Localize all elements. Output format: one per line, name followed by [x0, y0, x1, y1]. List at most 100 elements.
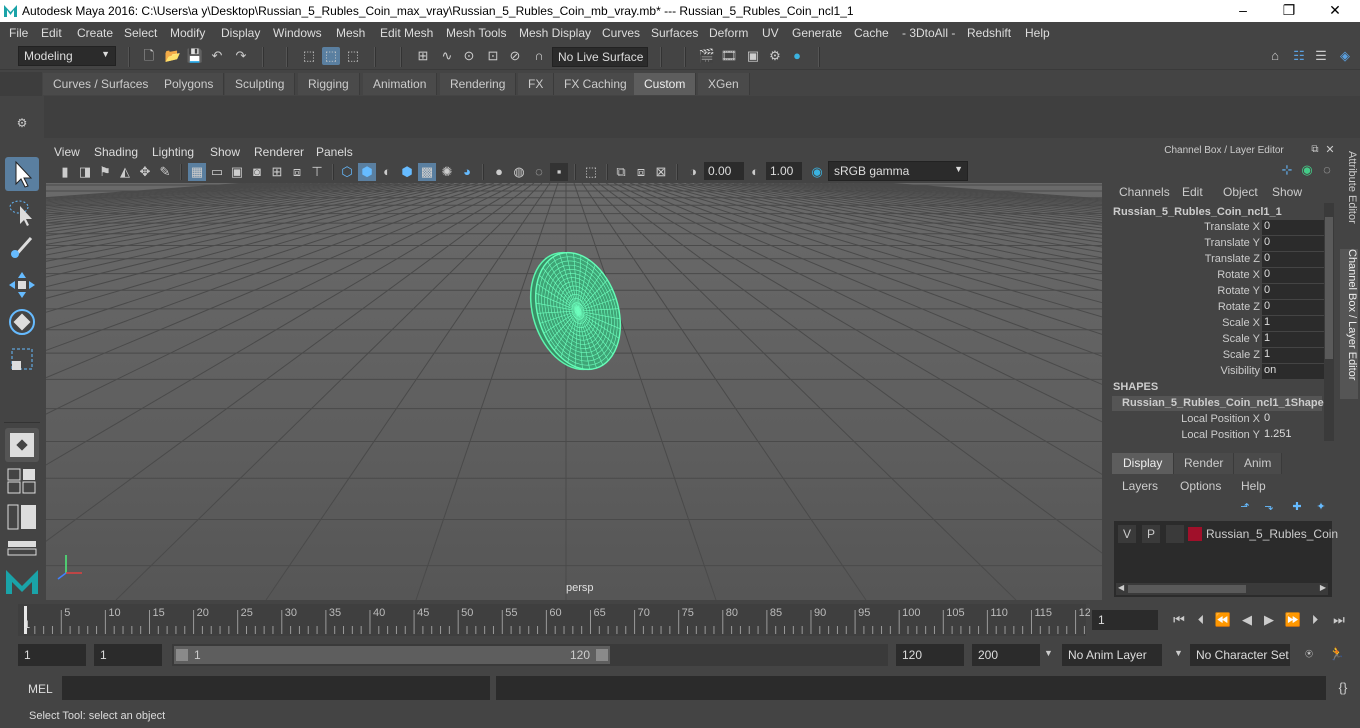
- go-to-start-icon[interactable]: ⏮: [1170, 611, 1188, 629]
- animation-end-field[interactable]: 200: [972, 644, 1040, 666]
- redo-icon[interactable]: ↷: [232, 47, 250, 65]
- command-input[interactable]: [62, 676, 490, 700]
- attr-value[interactable]: 0: [1262, 252, 1324, 267]
- menu-redshift[interactable]: Redshift: [967, 26, 1011, 40]
- range-slider-bar-fill[interactable]: 1 120: [174, 646, 610, 664]
- move-tool-button[interactable]: [5, 268, 39, 302]
- tab-channel-box-layer-editor[interactable]: Channel Box / Layer Editor: [1340, 249, 1358, 399]
- step-back-key-icon[interactable]: ⏪: [1214, 611, 1232, 629]
- attr-value[interactable]: 1: [1262, 348, 1324, 363]
- menu-cache[interactable]: Cache: [854, 26, 889, 40]
- magnet-icon[interactable]: ∩: [530, 47, 548, 65]
- shape-row[interactable]: Russian_5_Rubles_Coin_ncl1_1Shape: [1112, 396, 1324, 411]
- snap-grid-icon[interactable]: ⊞: [414, 47, 432, 65]
- gamma-icon[interactable]: ◐: [746, 163, 764, 181]
- attr-value[interactable]: 1.251: [1262, 428, 1324, 443]
- select-component-icon[interactable]: ⬚: [344, 47, 362, 65]
- maya-home-button[interactable]: [4, 566, 40, 596]
- screen-space-ao-icon[interactable]: ●: [490, 163, 508, 181]
- current-frame-field[interactable]: 1: [1092, 610, 1158, 630]
- character-set-dropdown[interactable]: No Character Set: [1190, 644, 1290, 666]
- render-view-icon[interactable]: 🎬: [698, 47, 716, 65]
- layer-hscrollbar[interactable]: ◀ ▶: [1116, 583, 1328, 595]
- step-forward-key-icon[interactable]: ⏩: [1284, 611, 1302, 629]
- viewport-canvas[interactable]: persp: [46, 183, 1102, 600]
- mel-label[interactable]: MEL: [28, 682, 53, 696]
- attr-value[interactable]: 0: [1262, 268, 1324, 283]
- tab-sculpting[interactable]: Sculpting: [225, 73, 296, 95]
- default-material-icon[interactable]: ◐: [378, 163, 396, 181]
- menu-file[interactable]: File: [9, 26, 28, 40]
- chevron-down-icon[interactable]: ▼: [1044, 648, 1053, 658]
- attr-label[interactable]: Local Position Y: [1110, 429, 1260, 441]
- layout-strip-button[interactable]: [7, 540, 37, 556]
- exposure-icon[interactable]: ◑: [684, 163, 702, 181]
- attr-value[interactable]: 0: [1262, 300, 1324, 315]
- attribute-editor-toggle-icon[interactable]: ☰: [1312, 47, 1330, 65]
- live-surface-field[interactable]: No Live Surface: [552, 47, 648, 67]
- tab-render[interactable]: Render: [1174, 453, 1235, 474]
- tab-fx[interactable]: FX: [518, 73, 555, 95]
- gate-mask-icon[interactable]: ◙: [248, 163, 266, 181]
- cb-menu-object[interactable]: Object: [1223, 185, 1258, 199]
- tab-anim[interactable]: Anim: [1234, 453, 1283, 474]
- attr-label[interactable]: Translate Z: [1110, 253, 1260, 265]
- xray-icon[interactable]: ⧉: [612, 163, 630, 181]
- save-scene-icon[interactable]: 💾: [186, 47, 204, 65]
- camera-select-icon[interactable]: ▮: [56, 163, 74, 181]
- single-perspective-layout-button[interactable]: [5, 428, 39, 462]
- new-layer-selected-icon[interactable]: ✦: [1312, 498, 1330, 516]
- viewport-menu-show[interactable]: Show: [210, 145, 240, 159]
- layer-visibility-toggle[interactable]: V: [1118, 525, 1136, 543]
- new-layer-icon[interactable]: ✚: [1288, 498, 1306, 516]
- cb-scrollbar-thumb[interactable]: [1325, 217, 1333, 359]
- hyper-icon[interactable]: ◌: [1318, 161, 1336, 179]
- menu-create[interactable]: Create: [77, 26, 113, 40]
- grid-toggle-icon[interactable]: ▦: [188, 163, 206, 181]
- move-layer-up-icon[interactable]: ⬏: [1236, 498, 1254, 516]
- color-space-dropdown[interactable]: sRGB gamma ▼: [828, 161, 968, 181]
- tab-animation[interactable]: Animation: [363, 73, 438, 95]
- menu-curves[interactable]: Curves: [602, 26, 640, 40]
- menu-display[interactable]: Display: [221, 26, 260, 40]
- snap-point-icon[interactable]: ⊙: [460, 47, 478, 65]
- minimize-button[interactable]: –: [1220, 0, 1266, 22]
- new-scene-icon[interactable]: 🗋: [140, 47, 158, 65]
- layer-color-swatch[interactable]: [1188, 527, 1202, 541]
- time-slider[interactable]: 5 10 15 20 25 30 35 40 45 50 55 60 65 70 75 80 85 90 95 100…: [0, 604, 1360, 636]
- resolution-gate-icon[interactable]: ▣: [228, 163, 246, 181]
- attr-value[interactable]: 1: [1262, 332, 1324, 347]
- menu-select[interactable]: Select: [124, 26, 157, 40]
- color-management-icon[interactable]: ◉: [808, 163, 826, 181]
- image-plane-icon[interactable]: ◭: [116, 163, 134, 181]
- tab-rigging[interactable]: Rigging: [298, 73, 360, 95]
- exposure-field[interactable]: 0.00: [704, 162, 744, 180]
- layer-display-type[interactable]: [1166, 525, 1184, 543]
- viewport-menu-shading[interactable]: Shading: [94, 145, 138, 159]
- field-chart-icon[interactable]: ⊞: [268, 163, 286, 181]
- menu-generate[interactable]: Generate: [792, 26, 842, 40]
- paint-select-tool-button[interactable]: [5, 230, 39, 264]
- motion-blur-icon[interactable]: ◍: [510, 163, 528, 181]
- rotate-tool-button[interactable]: [5, 305, 39, 339]
- manipulator-icon[interactable]: ⊹: [1278, 161, 1296, 179]
- tab-attribute-editor[interactable]: Attribute Editor: [1340, 151, 1358, 237]
- attr-label[interactable]: Rotate Y: [1110, 285, 1260, 297]
- grease-pencil-icon[interactable]: ✎: [156, 163, 174, 181]
- tab-custom[interactable]: Custom: [634, 73, 697, 95]
- safe-title-icon[interactable]: ⊤: [308, 163, 326, 181]
- attr-value[interactable]: on: [1262, 364, 1324, 379]
- outliner-layout-button[interactable]: [7, 504, 37, 530]
- menu-help[interactable]: Help: [1025, 26, 1050, 40]
- scale-tool-button[interactable]: [5, 342, 39, 376]
- timeline-track[interactable]: 5 10 15 20 25 30 35 40 45 50 55 60 65 70 75 80 85 90 95 100…: [0, 604, 1090, 636]
- attr-label[interactable]: Translate Y: [1110, 237, 1260, 249]
- menu-deform[interactable]: Deform: [709, 26, 748, 40]
- use-all-lights-icon[interactable]: ✺: [438, 163, 456, 181]
- render-settings-icon[interactable]: ⚙: [766, 47, 784, 65]
- wireframe-on-shaded-icon[interactable]: ⬢: [398, 163, 416, 181]
- attr-value[interactable]: 1: [1262, 316, 1324, 331]
- close-button[interactable]: ✕: [1312, 0, 1358, 22]
- attr-value[interactable]: 0: [1262, 220, 1324, 235]
- snap-live-icon[interactable]: ⊘: [506, 47, 524, 65]
